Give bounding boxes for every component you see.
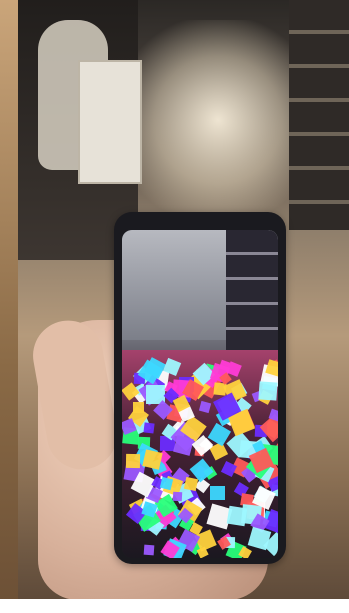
ar-cubes [122,340,278,558]
phone-screen [122,230,278,558]
ar-cube [258,381,278,401]
ar-cube [173,434,195,456]
ar-cube [143,421,155,434]
ar-cube [143,544,155,556]
ar-cube [126,454,141,469]
sunlit-floor [118,20,318,220]
smartphone [114,212,286,564]
photo-frame [0,0,349,613]
ar-cube [132,402,144,413]
ar-cube [199,401,212,414]
filing-cabinet [78,60,142,184]
bookshelf [289,0,349,230]
office-scene [18,0,349,600]
ar-cube [184,477,199,492]
ar-cube [226,505,248,526]
left-background-strip [0,0,18,613]
bottom-border [0,599,349,613]
ar-cube [159,476,173,490]
ar-cube [209,485,225,501]
ar-cube [172,492,183,502]
